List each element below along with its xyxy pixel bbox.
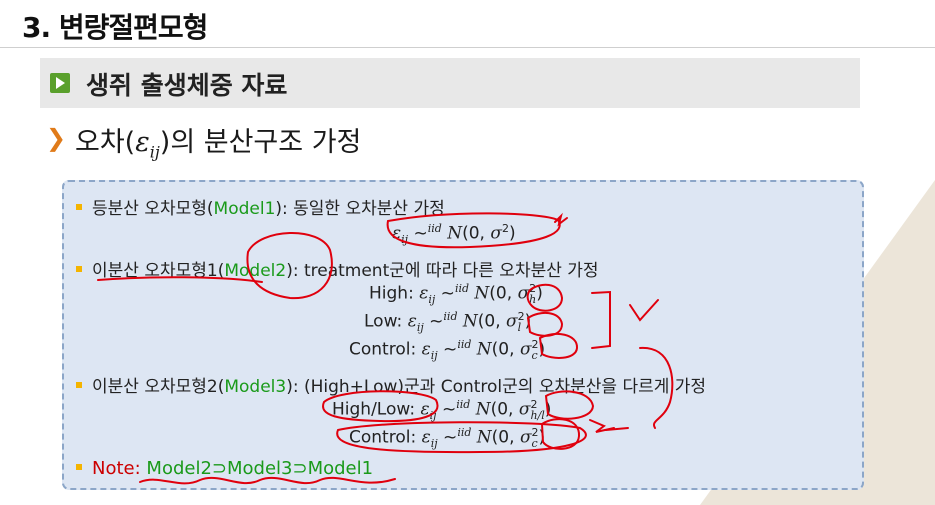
ink-bracket: [591, 290, 611, 349]
ink-checkmark: [629, 299, 659, 322]
ink-underline-bullet2: [97, 276, 263, 283]
ink-arrow-scribble: [589, 419, 629, 433]
ink-squiggle: [554, 212, 568, 227]
ink-circle-sigma-l: [526, 311, 564, 337]
ink-circle-highlow: [322, 390, 439, 423]
ink-oval-control2: [336, 421, 587, 454]
ink-circle-model2: [246, 232, 333, 300]
ink-ellipse-model1-eq: [386, 212, 561, 249]
ink-circle-sigma-c: [538, 332, 579, 359]
ink-circle-sigma-hl: [544, 390, 595, 420]
ink-circle-sigma-h: [526, 283, 564, 312]
handwritten-annotations: [97, 212, 674, 485]
ink-wavy-underline-note: [139, 476, 396, 485]
ink-brace-right: [639, 346, 674, 429]
